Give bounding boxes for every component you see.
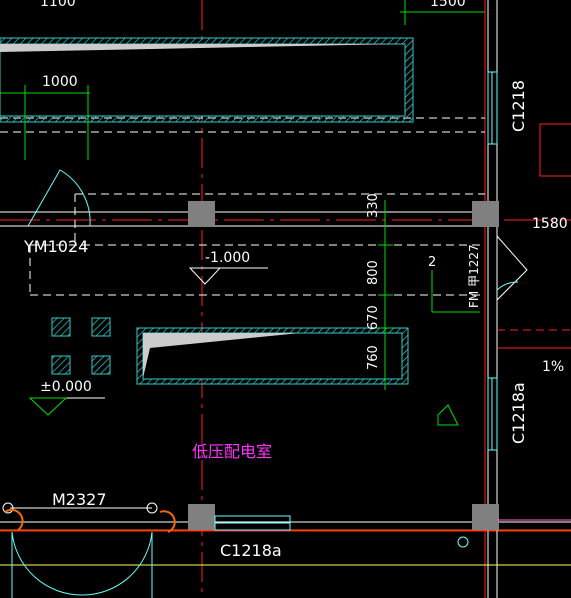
num-2-label: 2 bbox=[428, 255, 436, 270]
dim-1000-label: 1000 bbox=[42, 74, 78, 90]
marker-circle bbox=[457, 536, 469, 548]
window-c1218a-right-label: C1218a bbox=[509, 382, 528, 444]
floor-plan: 1100 1500 1000 YM1024 330 1580 -1.000 80… bbox=[0, 0, 571, 598]
window-c1218a-bottom-label: C1218a bbox=[220, 541, 282, 560]
red-detail bbox=[497, 123, 571, 349]
dim-760-label: 760 bbox=[366, 345, 381, 370]
level-neg-label: -1.000 bbox=[205, 250, 250, 266]
dim-top-right-label: 1500 bbox=[430, 0, 466, 10]
door-fm-label: FM 甲1227 bbox=[467, 244, 481, 308]
window-c1218-top-label: C1218 bbox=[509, 80, 528, 132]
cad-drawing-canvas: 1100 1500 1000 YM1024 330 1580 -1.000 80… bbox=[0, 0, 571, 598]
right-windows bbox=[487, 71, 498, 451]
dim-1580-label: 1580 bbox=[532, 216, 568, 232]
door-ym-label: YM1024 bbox=[23, 237, 88, 256]
equipment-squares bbox=[51, 317, 111, 375]
bottom-window bbox=[214, 515, 291, 531]
slope-label: 1% bbox=[542, 359, 564, 375]
door-m2327 bbox=[2, 502, 176, 598]
door-ym1024 bbox=[27, 169, 91, 227]
dim-800-label: 800 bbox=[366, 260, 381, 285]
door-m2327-label: M2327 bbox=[52, 490, 107, 509]
dim-top-left-label: 1100 bbox=[40, 0, 76, 10]
dim-330-label: 330 bbox=[366, 193, 381, 218]
room-name-label: 低压配电室 bbox=[192, 442, 272, 461]
door-fm bbox=[496, 235, 528, 301]
dim-670-label: 670 bbox=[366, 305, 381, 330]
level-zero-label: ±0.000 bbox=[40, 379, 92, 395]
